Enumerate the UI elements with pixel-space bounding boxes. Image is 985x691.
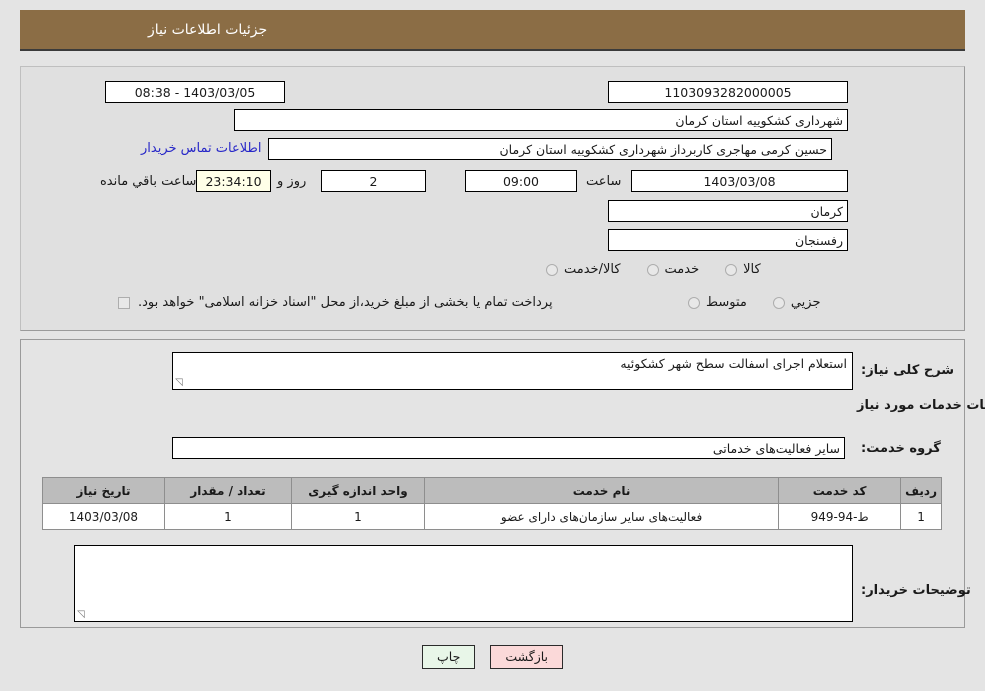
treasury-note-wrap: پرداخت تمام یا بخشی از مبلغ خرید،از محل … bbox=[118, 295, 553, 310]
category-option-kala-label: کالا bbox=[743, 262, 761, 277]
province-value: کرمان bbox=[608, 200, 848, 222]
resize-grip-icon[interactable]: ◸ bbox=[175, 377, 185, 388]
cell-service-name: فعالیت‌های سایر سازمان‌های دارای عضو bbox=[423, 503, 780, 530]
services-table: ردیف کد خدمت نام خدمت واحد اندازه گیری ت… bbox=[42, 477, 942, 530]
radio-icon[interactable] bbox=[725, 263, 738, 276]
action-button-bar: بازگشت چاپ bbox=[0, 645, 985, 669]
print-button[interactable]: چاپ bbox=[422, 645, 476, 669]
table-row: 1 ط-94-949 فعالیت‌های سایر سازمان‌های دا… bbox=[42, 503, 942, 530]
purchase-type-option-jozi-label: جزیي bbox=[790, 295, 821, 310]
page-title: جزئیات اطلاعات نیاز bbox=[148, 21, 268, 38]
announce-datetime-value: 1403/03/05 - 08:38 bbox=[105, 81, 285, 103]
city-value: رفسنجان bbox=[608, 229, 848, 251]
window-title-bar: جزئیات اطلاعات نیاز bbox=[20, 10, 965, 51]
resize-grip-icon[interactable]: ◸ bbox=[77, 609, 87, 620]
radio-icon[interactable] bbox=[772, 296, 785, 309]
checkbox-icon[interactable] bbox=[118, 296, 130, 309]
need-info-panel bbox=[20, 66, 965, 331]
purchase-type-option-jozi[interactable]: جزیي bbox=[772, 295, 821, 310]
th-unit: واحد اندازه گیری bbox=[291, 477, 425, 504]
deadline-date-value: 1403/03/08 bbox=[631, 170, 848, 192]
buyer-notes-label: توضیحات خریدار: bbox=[861, 583, 971, 598]
general-need-textarea[interactable]: استعلام اجرای اسفالت سطح شهر کشکوئیه ◸ bbox=[172, 352, 853, 390]
service-group-value: سایر فعالیت‌های خدماتی bbox=[172, 437, 845, 459]
category-option-khedmat-label: خدمت bbox=[664, 262, 700, 277]
purchase-type-option-motavaset-label: متوسط bbox=[706, 295, 747, 310]
buyer-notes-textarea[interactable]: ◸ bbox=[74, 545, 853, 622]
buyer-org-value: شهرداری کشکوییه استان کرمان bbox=[234, 109, 848, 131]
requester-value: حسین کرمی مهاجری کاربرداز شهرداری کشکویی… bbox=[268, 138, 832, 160]
category-option-kala-khedmat-label: کالا/خدمت bbox=[564, 262, 621, 277]
general-need-label: شرح کلی نیاز: bbox=[861, 363, 955, 378]
cell-need-date: 1403/03/08 bbox=[42, 503, 165, 530]
buyer-contact-link[interactable]: اطلاعات تماس خریدار bbox=[141, 141, 261, 156]
category-option-kala-khedmat[interactable]: کالا/خدمت bbox=[546, 262, 621, 277]
th-quantity: تعداد / مقدار bbox=[164, 477, 292, 504]
days-and-label: روز و bbox=[277, 174, 307, 189]
table-header-row: ردیف کد خدمت نام خدمت واحد اندازه گیری ت… bbox=[42, 477, 942, 504]
category-option-khedmat[interactable]: خدمت bbox=[646, 262, 700, 277]
countdown-timer: 23:34:10 bbox=[196, 170, 271, 192]
radio-icon[interactable] bbox=[646, 263, 659, 276]
th-need-date: تاریخ نیاز bbox=[42, 477, 165, 504]
category-radio-group: کالا خدمت کالا/خدمت bbox=[546, 262, 761, 277]
cell-unit: 1 bbox=[291, 503, 425, 530]
purchase-type-option-motavaset[interactable]: متوسط bbox=[688, 295, 747, 310]
cell-row-no: 1 bbox=[900, 503, 942, 530]
cell-quantity: 1 bbox=[164, 503, 292, 530]
th-row-no: ردیف bbox=[900, 477, 942, 504]
service-group-label: گروه خدمت: bbox=[861, 441, 941, 456]
days-remaining-value: 2 bbox=[321, 170, 426, 192]
general-need-value: استعلام اجرای اسفالت سطح شهر کشکوئیه bbox=[620, 356, 847, 371]
need-number-value: 1103093282000005 bbox=[608, 81, 848, 103]
page-root: AriaTender.net جزئیات اطلاعات نیاز شماره… bbox=[0, 0, 985, 691]
treasury-note-text: پرداخت تمام یا بخشی از مبلغ خرید،از محل … bbox=[138, 295, 553, 310]
th-service-code: کد خدمت bbox=[778, 477, 902, 504]
category-option-kala[interactable]: کالا bbox=[725, 262, 761, 277]
cell-service-code: ط-94-949 bbox=[778, 503, 902, 530]
remaining-suffix-label: ساعت باقي مانده bbox=[100, 174, 197, 189]
radio-icon[interactable] bbox=[688, 296, 700, 309]
deadline-time-value: 09:00 bbox=[465, 170, 577, 192]
hour-label: ساعت bbox=[586, 174, 622, 189]
th-service-name: نام خدمت bbox=[423, 477, 780, 504]
back-button[interactable]: بازگشت bbox=[490, 645, 564, 669]
radio-icon[interactable] bbox=[546, 263, 558, 276]
purchase-type-radio-group: جزیي متوسط bbox=[688, 295, 821, 310]
